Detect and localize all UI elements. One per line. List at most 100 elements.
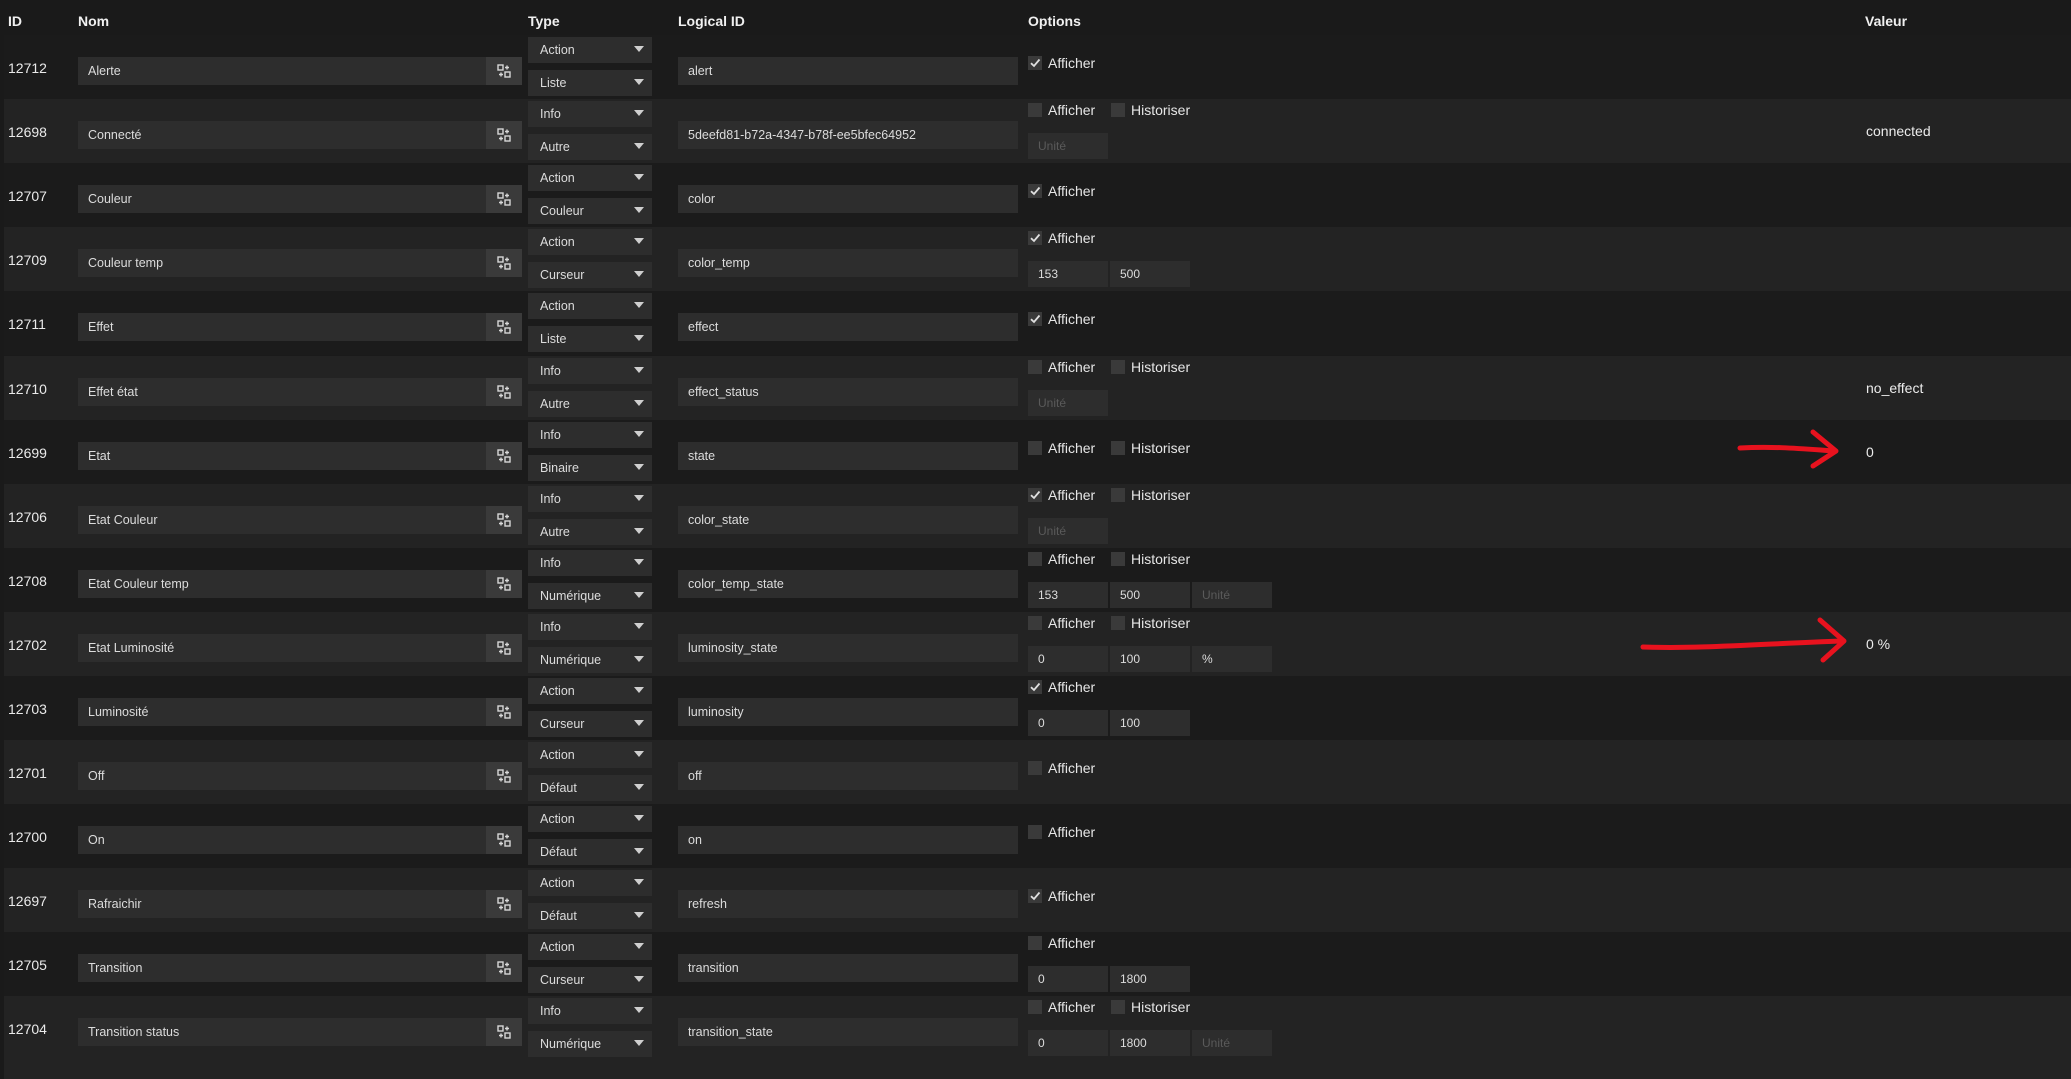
configure-button[interactable] (486, 698, 522, 726)
afficher-box[interactable] (1028, 103, 1042, 117)
logical-id-input[interactable]: transition_state (678, 1018, 1018, 1046)
logical-id-input[interactable]: alert (678, 57, 1018, 85)
subtype-select[interactable]: Défaut (528, 839, 652, 865)
subtype-select[interactable]: Numérique (528, 647, 652, 673)
afficher-box[interactable] (1028, 825, 1042, 839)
cmd-name-input[interactable]: On (78, 826, 486, 854)
logical-id-input[interactable]: color_temp (678, 249, 1018, 277)
logical-id-input[interactable]: on (678, 826, 1018, 854)
configure-button[interactable] (486, 185, 522, 213)
configure-button[interactable] (486, 506, 522, 534)
afficher-box[interactable] (1028, 312, 1042, 326)
type-select[interactable]: Action (528, 742, 652, 768)
subtype-select[interactable]: Autre (528, 391, 652, 417)
historiser-box[interactable] (1111, 488, 1125, 502)
max-input[interactable]: 500 (1110, 582, 1190, 608)
min-input[interactable]: 0 (1028, 1030, 1108, 1056)
configure-button[interactable] (486, 570, 522, 598)
subtype-select[interactable]: Numérique (528, 1031, 652, 1057)
cmd-name-input[interactable]: Etat Couleur temp (78, 570, 486, 598)
afficher-checkbox[interactable]: Afficher (1028, 615, 1095, 631)
configure-button[interactable] (486, 634, 522, 662)
afficher-checkbox[interactable]: Afficher (1028, 487, 1095, 503)
subtype-select[interactable]: Curseur (528, 262, 652, 288)
logical-id-input[interactable]: color_state (678, 506, 1018, 534)
logical-id-input[interactable]: color (678, 185, 1018, 213)
afficher-box[interactable] (1028, 360, 1042, 374)
afficher-checkbox[interactable]: Afficher (1028, 935, 1095, 951)
logical-id-input[interactable]: effect (678, 313, 1018, 341)
subtype-select[interactable]: Liste (528, 326, 652, 352)
subtype-select[interactable]: Numérique (528, 583, 652, 609)
afficher-checkbox[interactable]: Afficher (1028, 183, 1095, 199)
unit-input[interactable]: Unité (1028, 390, 1108, 416)
afficher-checkbox[interactable]: Afficher (1028, 824, 1095, 840)
logical-id-input[interactable]: color_temp_state (678, 570, 1018, 598)
historiser-box[interactable] (1111, 441, 1125, 455)
unit-input[interactable]: Unité (1192, 1030, 1272, 1056)
cmd-name-input[interactable]: Etat Couleur (78, 506, 486, 534)
logical-id-input[interactable]: effect_status (678, 378, 1018, 406)
afficher-checkbox[interactable]: Afficher (1028, 551, 1095, 567)
type-select[interactable]: Action (528, 229, 652, 255)
historiser-checkbox[interactable]: Historiser (1111, 102, 1190, 118)
type-select[interactable]: Info (528, 550, 652, 576)
max-input[interactable]: 100 (1110, 710, 1190, 736)
cmd-name-input[interactable]: Etat (78, 442, 486, 470)
logical-id-input[interactable]: transition (678, 954, 1018, 982)
logical-id-input[interactable]: off (678, 762, 1018, 790)
afficher-box[interactable] (1028, 56, 1042, 70)
logical-id-input[interactable]: state (678, 442, 1018, 470)
afficher-checkbox[interactable]: Afficher (1028, 311, 1095, 327)
type-select[interactable]: Action (528, 37, 652, 63)
historiser-box[interactable] (1111, 552, 1125, 566)
afficher-checkbox[interactable]: Afficher (1028, 359, 1095, 375)
cmd-name-input[interactable]: Alerte (78, 57, 486, 85)
afficher-box[interactable] (1028, 680, 1042, 694)
historiser-box[interactable] (1111, 616, 1125, 630)
afficher-box[interactable] (1028, 936, 1042, 950)
historiser-box[interactable] (1111, 1000, 1125, 1014)
unit-input[interactable]: Unité (1192, 582, 1272, 608)
configure-button[interactable] (486, 826, 522, 854)
type-select[interactable]: Action (528, 293, 652, 319)
min-input[interactable]: 153 (1028, 582, 1108, 608)
configure-button[interactable] (486, 313, 522, 341)
configure-button[interactable] (486, 57, 522, 85)
cmd-name-input[interactable]: Transition (78, 954, 486, 982)
unit-input[interactable]: Unité (1028, 133, 1108, 159)
logical-id-input[interactable]: luminosity_state (678, 634, 1018, 662)
afficher-box[interactable] (1028, 1000, 1042, 1014)
type-select[interactable]: Info (528, 358, 652, 384)
configure-button[interactable] (486, 1018, 522, 1046)
configure-button[interactable] (486, 442, 522, 470)
cmd-name-input[interactable]: Effet état (78, 378, 486, 406)
configure-button[interactable] (486, 762, 522, 790)
logical-id-input[interactable]: 5deefd81-b72a-4347-b78f-ee5bfec64952 (678, 121, 1018, 149)
logical-id-input[interactable]: refresh (678, 890, 1018, 918)
subtype-select[interactable]: Défaut (528, 775, 652, 801)
afficher-box[interactable] (1028, 441, 1042, 455)
type-select[interactable]: Action (528, 870, 652, 896)
subtype-select[interactable]: Curseur (528, 967, 652, 993)
subtype-select[interactable]: Autre (528, 519, 652, 545)
cmd-name-input[interactable]: Couleur (78, 185, 486, 213)
afficher-checkbox[interactable]: Afficher (1028, 230, 1095, 246)
afficher-checkbox[interactable]: Afficher (1028, 679, 1095, 695)
historiser-checkbox[interactable]: Historiser (1111, 551, 1190, 567)
afficher-checkbox[interactable]: Afficher (1028, 888, 1095, 904)
afficher-checkbox[interactable]: Afficher (1028, 55, 1095, 71)
cmd-name-input[interactable]: Couleur temp (78, 249, 486, 277)
subtype-select[interactable]: Défaut (528, 903, 652, 929)
subtype-select[interactable]: Liste (528, 70, 652, 96)
type-select[interactable]: Info (528, 486, 652, 512)
min-input[interactable]: 0 (1028, 710, 1108, 736)
type-select[interactable]: Info (528, 101, 652, 127)
afficher-box[interactable] (1028, 488, 1042, 502)
cmd-name-input[interactable]: Transition status (78, 1018, 486, 1046)
configure-button[interactable] (486, 954, 522, 982)
unit-input[interactable]: Unité (1028, 518, 1108, 544)
afficher-box[interactable] (1028, 761, 1042, 775)
max-input[interactable]: 100 (1110, 646, 1190, 672)
afficher-box[interactable] (1028, 231, 1042, 245)
